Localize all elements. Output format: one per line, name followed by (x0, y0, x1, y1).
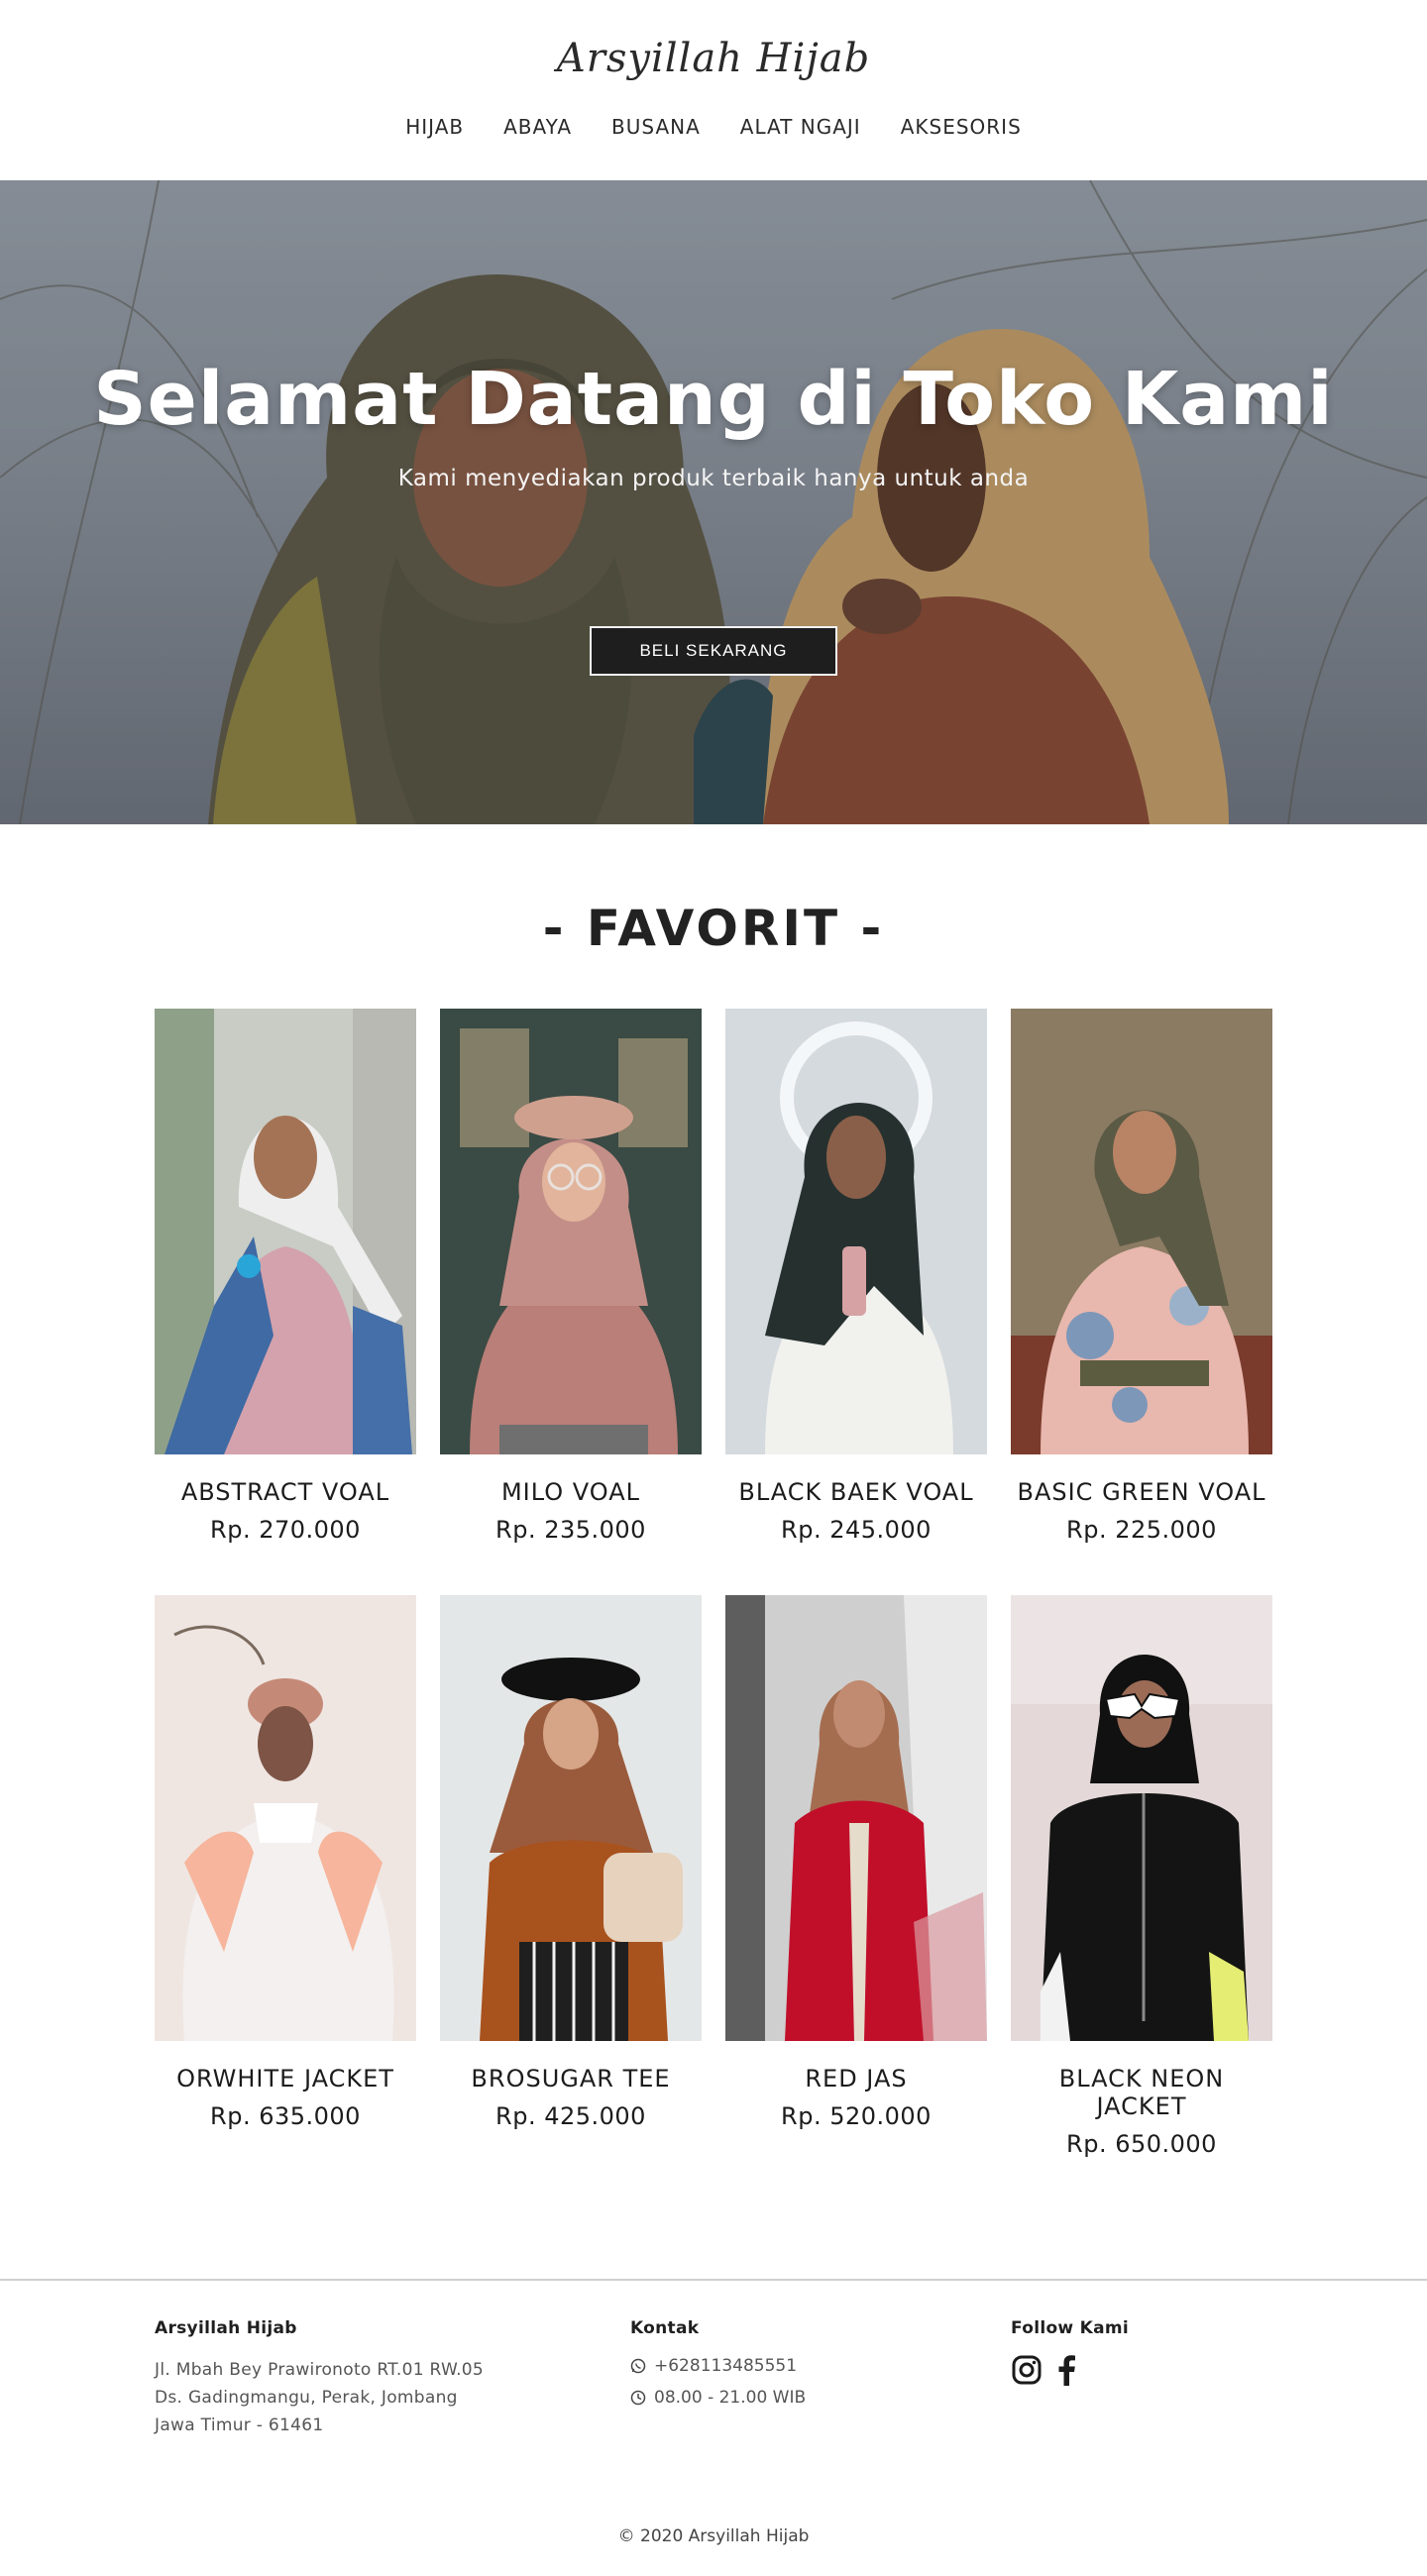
site-header: Arsyillah Hijab HIJAB ABAYA BUSANA ALAT … (0, 0, 1427, 180)
hero-banner: Selamat Datang di Toko Kami Kami menyedi… (0, 180, 1427, 824)
footer-follow: Follow Kami (1011, 2318, 1129, 2386)
hero-title: Selamat Datang di Toko Kami (93, 357, 1334, 442)
footer-phone-number[interactable]: +628113485551 (654, 2356, 797, 2376)
footer-contact-title: Kontak (630, 2318, 700, 2338)
shop-now-button[interactable]: BELI SEKARANG (590, 626, 837, 676)
product-card[interactable]: ORWHITE JACKET Rp. 635.000 (155, 1595, 416, 2182)
product-price: Rp. 245.000 (781, 1516, 932, 1544)
nav-item-abaya[interactable]: ABAYA (503, 115, 572, 139)
social-links (1011, 2354, 1129, 2386)
footer-store-title: Arsyillah Hijab (155, 2318, 297, 2338)
product-price: Rp. 520.000 (781, 2102, 932, 2130)
product-name[interactable]: BASIC GREEN VOAL (1011, 1478, 1272, 1506)
facebook-icon[interactable] (1056, 2354, 1076, 2386)
footer-follow-title: Follow Kami (1011, 2318, 1130, 2338)
product-image[interactable] (155, 1009, 416, 1454)
nav-item-hijab[interactable]: HIJAB (405, 115, 464, 139)
product-image[interactable] (440, 1595, 702, 2041)
product-image[interactable] (440, 1009, 702, 1454)
product-card[interactable]: BLACK BAEK VOAL Rp. 245.000 (725, 1009, 987, 1595)
favorites-title: - FAVORIT - (542, 900, 885, 957)
footer-divider (0, 2279, 1427, 2281)
product-price: Rp. 650.000 (1066, 2130, 1217, 2158)
product-grid: ABSTRACT VOAL Rp. 270.000 MILO VOAL Rp. … (155, 1009, 1272, 2182)
footer-contact: Kontak +628113485551 08.00 - 21.00 WIB (630, 2318, 806, 2419)
instagram-icon[interactable] (1011, 2354, 1043, 2386)
product-name[interactable]: BLACK NEON JACKET (1011, 2065, 1272, 2120)
product-image[interactable] (725, 1009, 987, 1454)
product-image[interactable] (1011, 1009, 1272, 1454)
product-image[interactable] (725, 1595, 987, 2041)
nav-item-alat-ngaji[interactable]: ALAT NGAJI (740, 115, 861, 139)
product-name[interactable]: RED JAS (725, 2065, 987, 2093)
product-price: Rp. 425.000 (495, 2102, 646, 2130)
whatsapp-icon (630, 2358, 646, 2374)
product-card[interactable]: BROSUGAR TEE Rp. 425.000 (440, 1595, 702, 2182)
product-price: Rp. 635.000 (210, 2102, 361, 2130)
footer-hours-text: 08.00 - 21.00 WIB (654, 2388, 807, 2408)
product-image[interactable] (155, 1595, 416, 2041)
product-name[interactable]: MILO VOAL (440, 1478, 702, 1506)
copyright: © 2020 Arsyillah Hijab (617, 2526, 810, 2546)
hero-subtitle: Kami menyediakan produk terbaik hanya un… (397, 466, 1030, 491)
footer-address-line-2: Ds. Gadingmangu, Perak, Jombang (155, 2388, 458, 2408)
product-name[interactable]: ABSTRACT VOAL (155, 1478, 416, 1506)
main-nav: HIJAB ABAYA BUSANA ALAT NGAJI AKSESORIS (0, 115, 1427, 139)
nav-item-busana[interactable]: BUSANA (611, 115, 701, 139)
product-card[interactable]: RED JAS Rp. 520.000 (725, 1595, 987, 2182)
hero-overlay (0, 180, 1427, 824)
product-price: Rp. 270.000 (210, 1516, 361, 1544)
product-card[interactable]: MILO VOAL Rp. 235.000 (440, 1009, 702, 1595)
site-logo[interactable]: Arsyillah Hijab (0, 36, 1427, 81)
nav-item-aksesoris[interactable]: AKSESORIS (901, 115, 1022, 139)
product-name[interactable]: BLACK BAEK VOAL (725, 1478, 987, 1506)
product-price: Rp. 225.000 (1066, 1516, 1217, 1544)
footer-phone[interactable]: +628113485551 (630, 2356, 806, 2376)
footer-address-line-3: Jawa Timur - 61461 (155, 2415, 324, 2435)
footer-address-line-1: Jl. Mbah Bey Prawironoto RT.01 RW.05 (155, 2360, 485, 2380)
product-card[interactable]: BASIC GREEN VOAL Rp. 225.000 (1011, 1009, 1272, 1595)
product-image[interactable] (1011, 1595, 1272, 2041)
footer-hours: 08.00 - 21.00 WIB (630, 2388, 806, 2408)
product-card[interactable]: ABSTRACT VOAL Rp. 270.000 (155, 1009, 416, 1595)
clock-icon (630, 2390, 646, 2406)
product-price: Rp. 235.000 (495, 1516, 646, 1544)
product-card[interactable]: BLACK NEON JACKET Rp. 650.000 (1011, 1595, 1272, 2182)
product-name[interactable]: ORWHITE JACKET (155, 2065, 416, 2093)
footer-store-info: Arsyillah Hijab Jl. Mbah Bey Prawironoto… (155, 2318, 484, 2439)
product-name[interactable]: BROSUGAR TEE (440, 2065, 702, 2093)
